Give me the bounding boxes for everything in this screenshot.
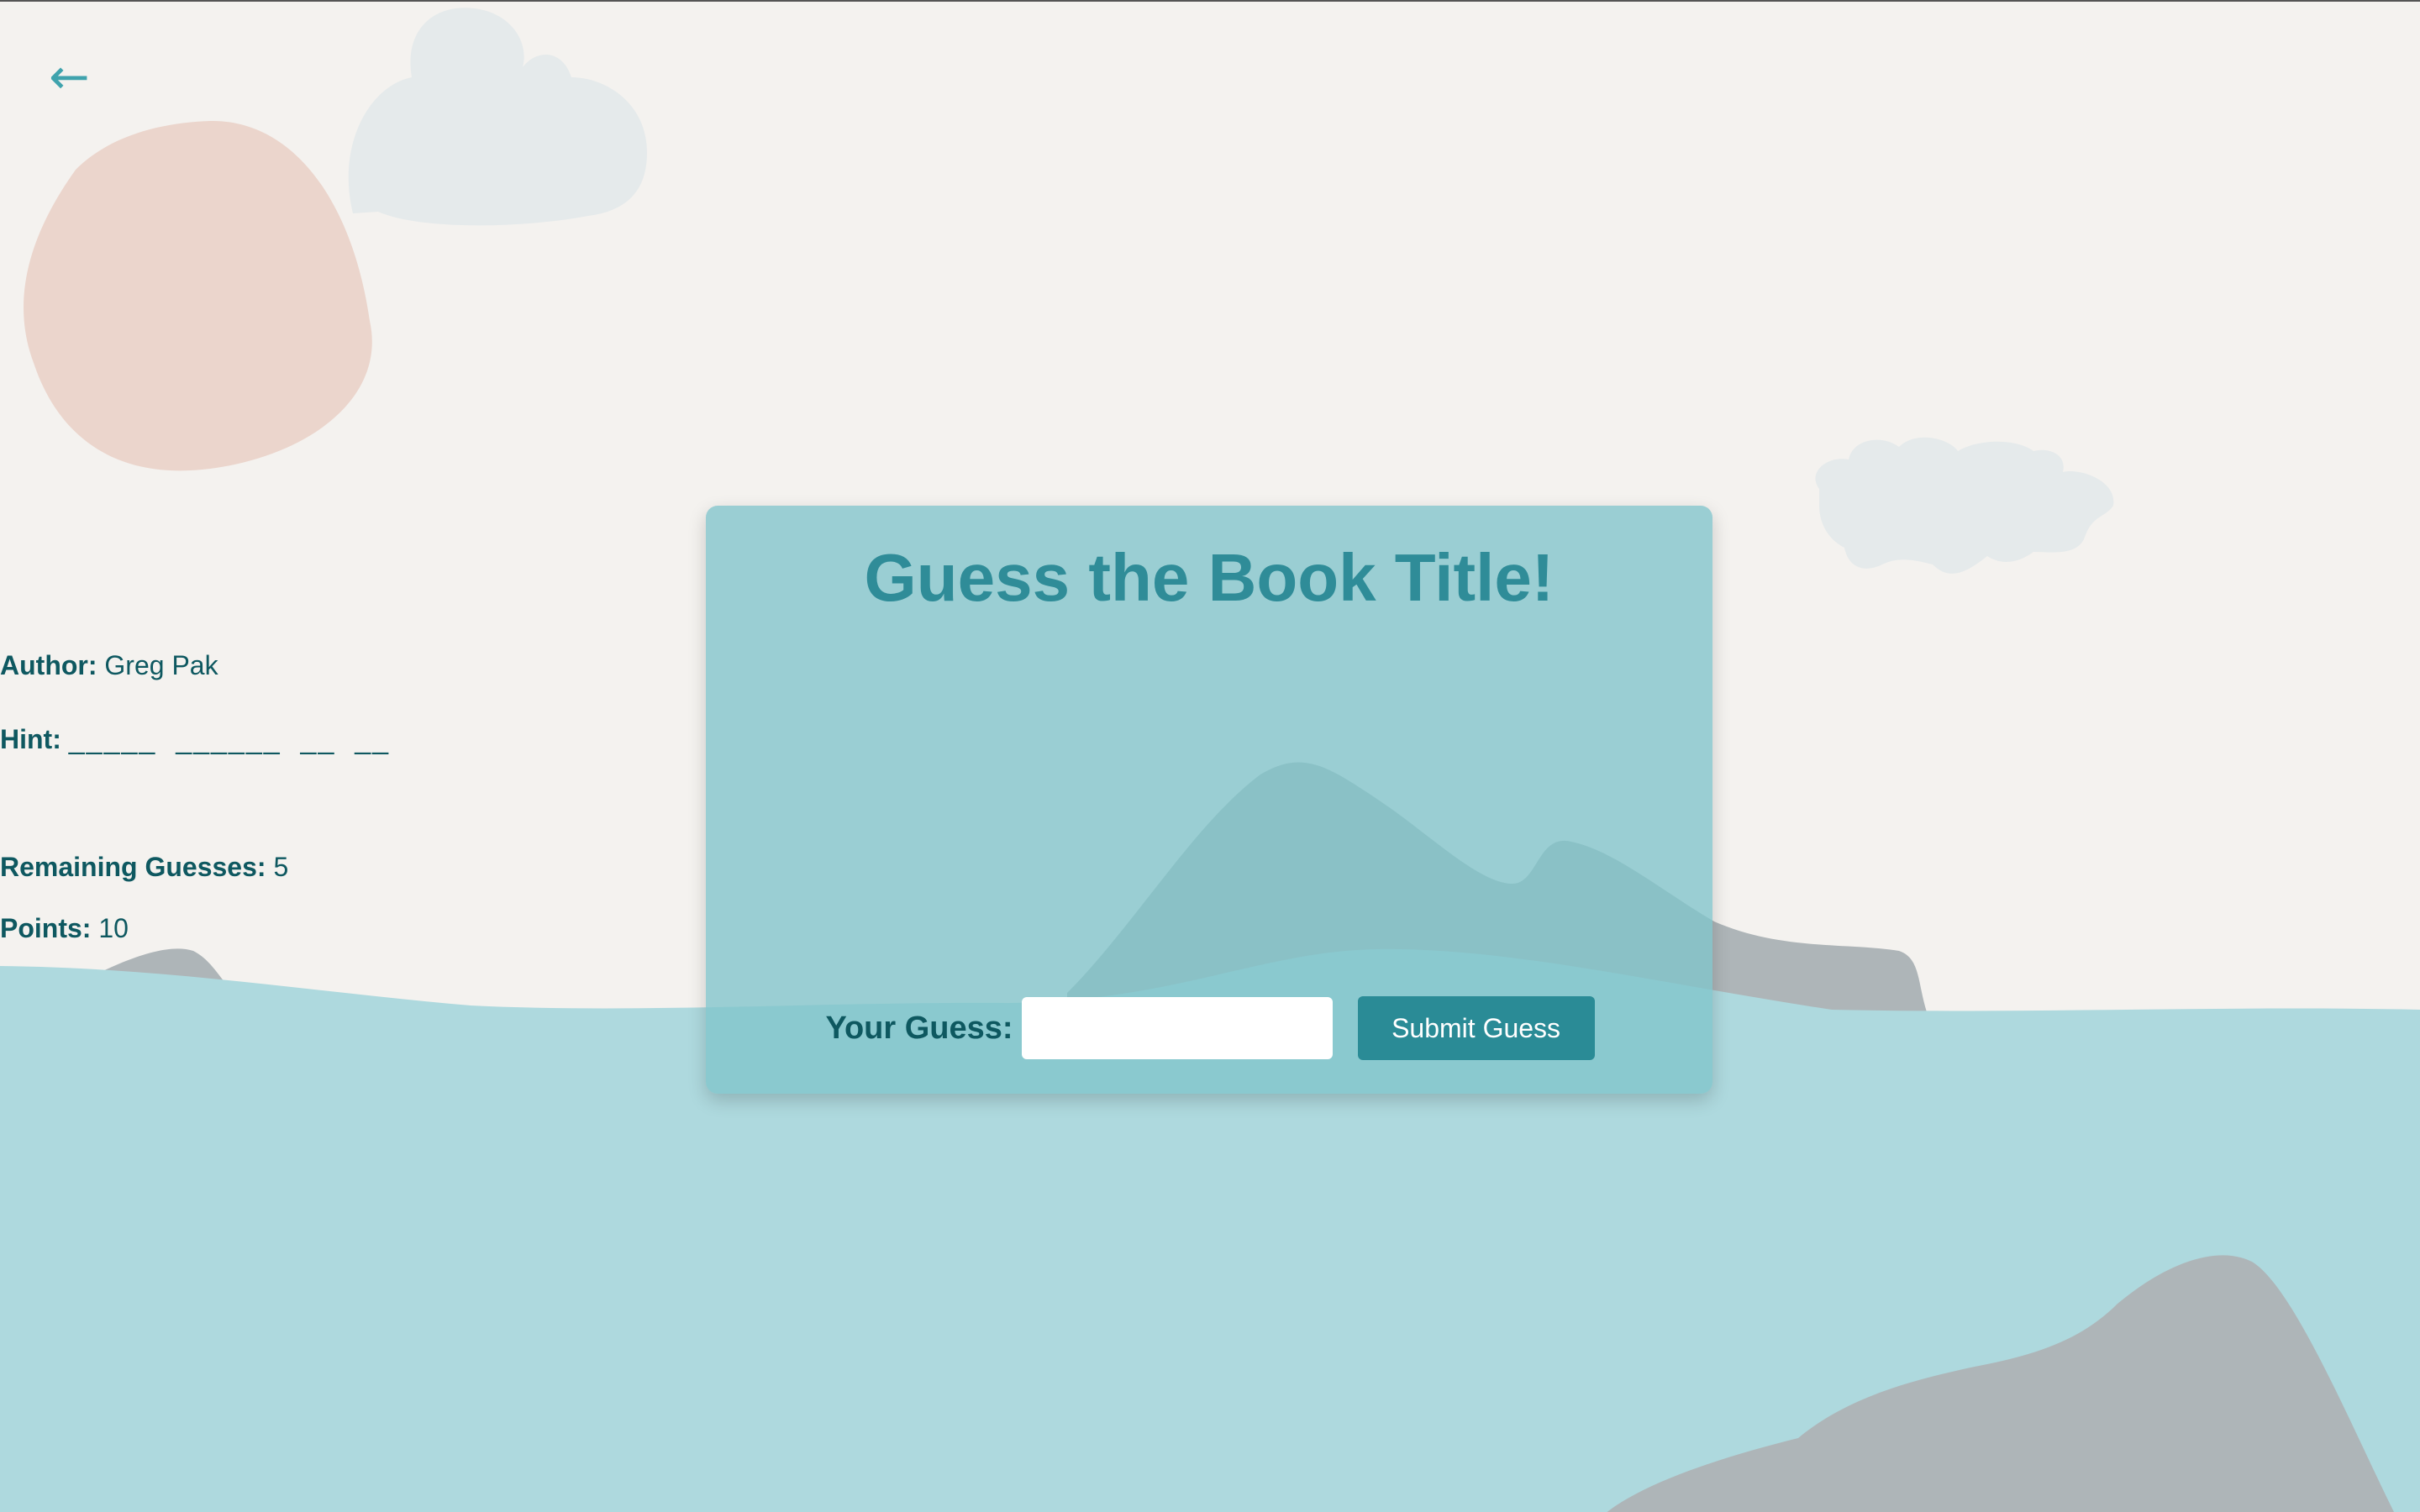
author-label: Author: xyxy=(0,650,97,680)
cloud-shape xyxy=(1815,437,2114,574)
guess-label: Your Guess: xyxy=(825,1010,1013,1046)
hint-label: Hint: xyxy=(0,724,61,754)
points-label: Points: xyxy=(0,913,92,943)
back-arrow-icon[interactable]: ← xyxy=(49,52,90,101)
cloud-shape xyxy=(348,8,647,226)
guess-form: Your Guess: Submit Guess xyxy=(0,995,2420,1061)
remaining-guesses-line: Remaining Guesses: 5 xyxy=(0,850,2420,884)
hint-line: Hint: _____ ______ __ __ xyxy=(0,722,2420,756)
page-title: Guess the Book Title! xyxy=(864,540,1555,615)
submit-guess-button[interactable]: Submit Guess xyxy=(1357,996,1595,1060)
remaining-guesses-label: Remaining Guesses: xyxy=(0,852,266,882)
author-value: Greg Pak xyxy=(104,650,218,680)
points-line: Points: 10 xyxy=(0,911,2420,945)
guess-input[interactable] xyxy=(1021,997,1333,1059)
points-value: 10 xyxy=(98,913,129,943)
sun-shape xyxy=(24,120,372,471)
remaining-guesses-value: 5 xyxy=(273,852,289,882)
hint-value: _____ ______ __ __ xyxy=(68,723,391,755)
author-line: Author: Greg Pak xyxy=(0,648,2420,682)
